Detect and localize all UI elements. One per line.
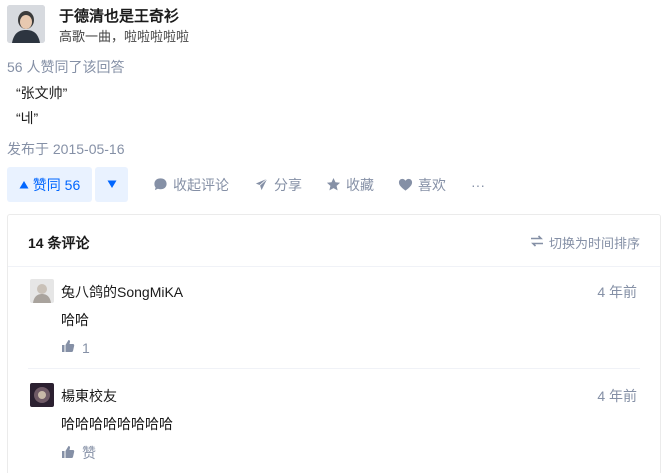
commenter-avatar[interactable]: [30, 383, 54, 407]
triangle-up-icon: [19, 177, 29, 193]
upvote-button[interactable]: 赞同 56: [7, 167, 92, 202]
comment-like-count: 赞: [82, 445, 96, 461]
thumbs-up-icon: [61, 339, 75, 356]
comment-text: 哈哈: [61, 312, 89, 328]
swap-arrows-icon: [530, 234, 544, 251]
comment-bubble-icon: [153, 177, 168, 192]
downvote-button[interactable]: [95, 167, 128, 202]
collect-button[interactable]: 收藏: [326, 167, 374, 202]
comment-item: 楊東校友 4 年前 哈哈哈哈哈哈哈哈 赞: [28, 381, 640, 473]
toggle-comments-button[interactable]: 收起评论: [153, 167, 229, 202]
author-bio: 高歌一曲，啦啦啦啦啦: [59, 29, 190, 44]
comment-item: 兔八鸽的SongMiKA 4 年前 哈哈 1: [28, 277, 640, 369]
more-dots-icon: ···: [471, 176, 485, 193]
comment-like-button[interactable]: 赞: [61, 443, 96, 463]
comments-count-title: 14 条评论: [28, 235, 90, 251]
like-label: 喜欢: [418, 176, 446, 193]
toggle-comments-label: 收起评论: [173, 176, 229, 193]
commenter-name[interactable]: 兔八鸽的SongMiKA: [61, 282, 183, 302]
comment-time: 4 年前: [597, 388, 637, 404]
answer-text-line: “张文帅”: [16, 85, 68, 101]
share-label: 分享: [274, 176, 302, 193]
author-name[interactable]: 于德清也是王奇衫: [59, 5, 179, 26]
comment-time: 4 年前: [597, 284, 637, 300]
star-icon: [326, 177, 341, 192]
sort-toggle-label: 切换为时间排序: [548, 236, 640, 251]
comments-header: 14 条评论 切换为时间排序: [8, 215, 660, 267]
author-avatar[interactable]: [7, 5, 45, 43]
commenter-name[interactable]: 楊東校友: [61, 386, 117, 406]
share-button[interactable]: 分享: [254, 167, 302, 202]
sort-toggle-button[interactable]: 切换为时间排序: [530, 233, 640, 252]
vote-count-text: 56 人赞同了该回答: [7, 59, 125, 75]
collect-label: 收藏: [346, 176, 374, 193]
paper-plane-icon: [254, 177, 269, 192]
answer-action-bar: 赞同 56 收起评论 分享 收藏 喜欢 ···: [7, 167, 657, 202]
heart-icon: [398, 177, 413, 192]
commenter-avatar[interactable]: [30, 279, 54, 303]
published-date[interactable]: 发布于 2015-05-16: [7, 139, 125, 159]
comments-panel: 14 条评论 切换为时间排序 兔八鸽的SongMiKA 4 年前 哈哈 1 楊東…: [7, 214, 661, 473]
thumbs-up-icon: [61, 445, 75, 462]
more-options-button[interactable]: ···: [471, 167, 485, 202]
triangle-down-icon: [107, 176, 117, 194]
comment-like-count: 1: [82, 339, 90, 356]
comment-text: 哈哈哈哈哈哈哈哈: [61, 416, 173, 432]
answer-text-line: “네”: [16, 110, 39, 126]
like-button[interactable]: 喜欢: [398, 167, 446, 202]
answer-author: 于德清也是王奇衫 高歌一曲，啦啦啦啦啦: [7, 5, 407, 45]
comment-like-button[interactable]: 1: [61, 339, 90, 356]
upvote-label: 赞同 56: [32, 176, 81, 193]
